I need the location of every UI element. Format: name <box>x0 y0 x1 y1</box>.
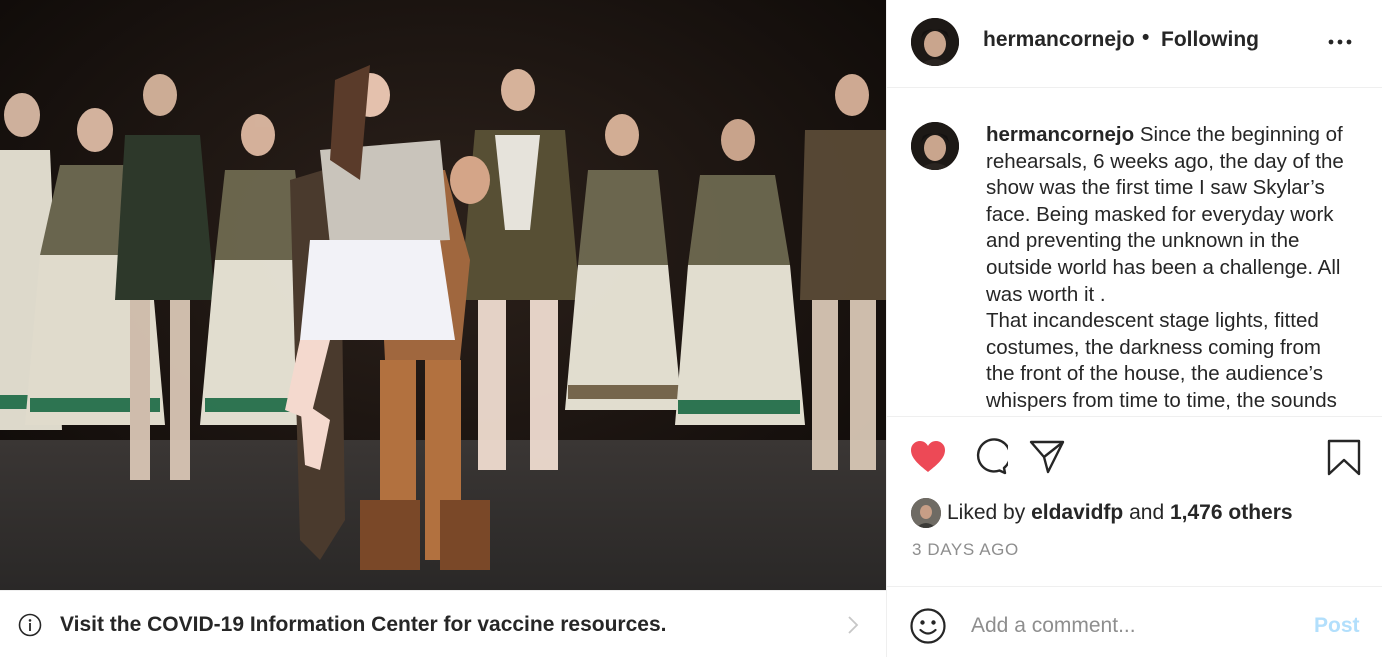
likes-others-link[interactable]: 1,476 others <box>1170 501 1293 524</box>
caption-line: rehearsals, 6 weeks ago, the day of the <box>986 149 1344 173</box>
caption-line: outside world has been a challenge. All <box>986 255 1341 279</box>
share-icon[interactable] <box>1028 438 1066 476</box>
caption-text: hermancornejo Since the beginning of reh… <box>986 122 1366 415</box>
caption-line: That incandescent stage lights, fitted <box>986 309 1319 333</box>
bookmark-icon[interactable] <box>1325 438 1363 476</box>
caption-author-avatar[interactable] <box>911 122 959 170</box>
caption-section: hermancornejo Since the beginning of reh… <box>887 89 1382 417</box>
emoji-icon[interactable] <box>909 607 947 645</box>
liker-avatar[interactable] <box>911 498 941 528</box>
action-bar <box>887 418 1382 498</box>
ballet-stage-photo <box>0 0 886 590</box>
author-avatar[interactable] <box>911 18 959 66</box>
caption-line: and preventing the unknown in the <box>986 229 1300 253</box>
caption-line: costumes, the darkness coming from <box>986 335 1321 359</box>
heart-icon[interactable] <box>909 438 947 476</box>
author-username[interactable]: hermancornejo <box>983 28 1135 52</box>
covid-info-text: Visit the COVID-19 Information Center fo… <box>60 613 667 636</box>
following-button[interactable]: Following <box>1161 28 1259 52</box>
comment-icon[interactable] <box>970 438 1012 476</box>
post-header: hermancornejo • Following <box>887 0 1382 88</box>
more-horizontal-icon[interactable] <box>1327 34 1353 50</box>
post-side-panel: hermancornejo • Following hermancornejo … <box>886 0 1382 657</box>
comment-input[interactable] <box>971 611 1291 641</box>
comment-bar: Post <box>887 586 1382 657</box>
info-icon <box>18 613 42 637</box>
post-comment-button[interactable]: Post <box>1314 614 1360 638</box>
caption-line: show was the first time I saw Skylar’s <box>986 176 1325 200</box>
likes-conjunction: and <box>1129 501 1165 524</box>
chevron-right-icon <box>846 615 860 635</box>
caption-line: Since the beginning of <box>1139 123 1343 146</box>
likes-prefix: Liked by <box>947 501 1026 524</box>
caption-line: the front of the house, the audience’s <box>986 362 1323 386</box>
header-separator: • <box>1142 26 1150 49</box>
covid-info-banner[interactable]: Visit the COVID-19 Information Center fo… <box>0 590 886 657</box>
post-photo[interactable] <box>0 0 886 590</box>
caption-username[interactable]: hermancornejo <box>986 123 1134 146</box>
post-timestamp[interactable]: 3 DAYS AGO <box>912 540 1019 560</box>
caption-line: whispers from time to time, the sounds <box>986 388 1337 412</box>
likes-summary: Liked by eldavidfp and 1,476 others <box>911 498 1371 530</box>
caption-line: was worth it . <box>986 282 1106 306</box>
likes-text: Liked by eldavidfp and 1,476 others <box>947 501 1293 525</box>
caption-line: face. Being masked for everyday work <box>986 202 1334 226</box>
liker-username[interactable]: eldavidfp <box>1031 501 1123 524</box>
